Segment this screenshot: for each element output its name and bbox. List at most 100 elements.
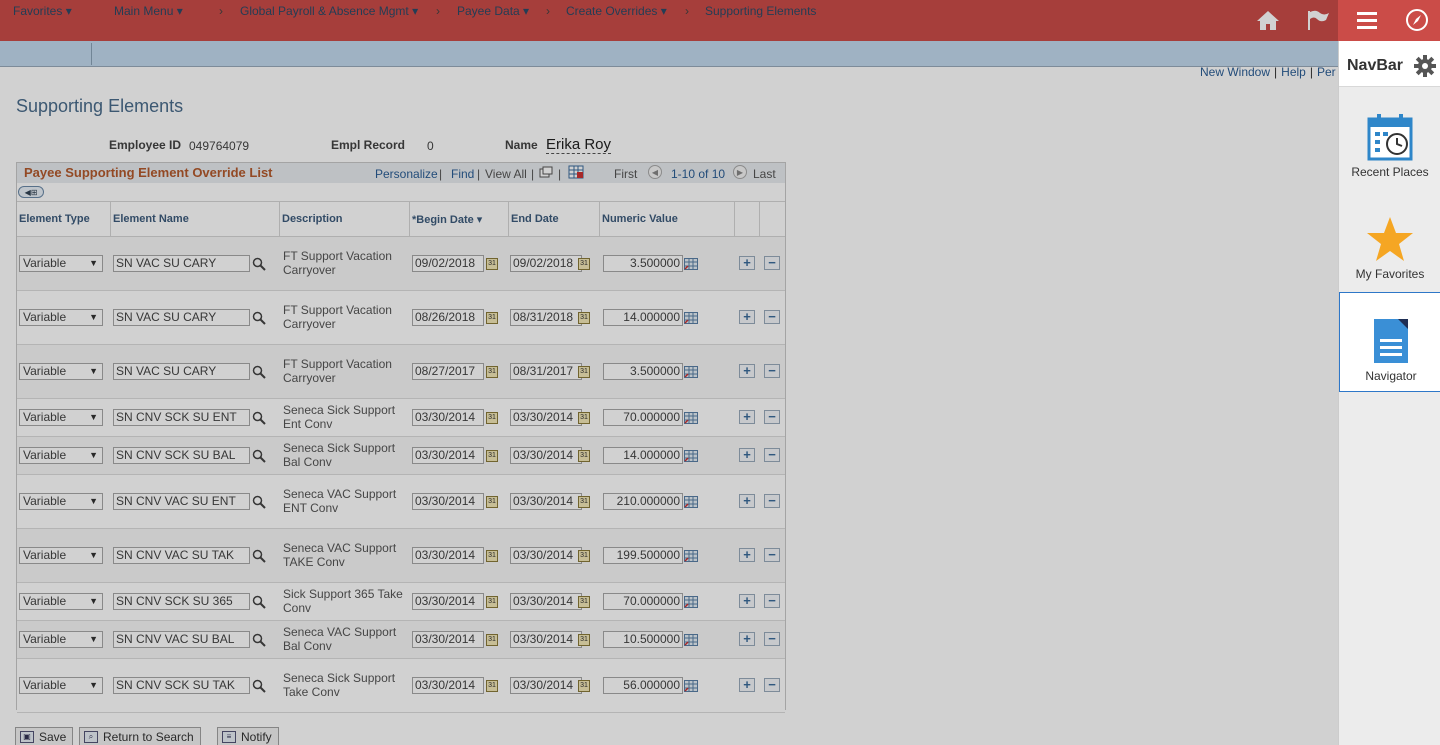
- help-link[interactable]: Help: [1281, 65, 1306, 79]
- calculator-icon[interactable]: [684, 312, 698, 324]
- zoom-grid-icon[interactable]: [539, 166, 553, 178]
- element-name-input[interactable]: SN CNV SCK SU TAK: [113, 677, 250, 694]
- begin-date-input[interactable]: 03/30/2014: [412, 409, 484, 426]
- calendar-icon[interactable]: 31: [578, 634, 590, 646]
- lookup-search-icon[interactable]: [252, 411, 266, 425]
- col-header-numeric-value[interactable]: Numeric Value: [600, 201, 734, 237]
- numeric-value-input[interactable]: 14.000000: [603, 447, 683, 464]
- add-row-button[interactable]: +: [739, 594, 755, 608]
- end-date-input[interactable]: 03/30/2014: [510, 547, 582, 564]
- end-date-input[interactable]: 08/31/2018: [510, 309, 582, 326]
- breadcrumb-create-overrides[interactable]: Create Overrides ▾: [566, 4, 667, 18]
- col-header-element-name[interactable]: Element Name: [111, 201, 279, 237]
- add-row-button[interactable]: +: [739, 548, 755, 562]
- lookup-search-icon[interactable]: [252, 495, 266, 509]
- calculator-icon[interactable]: [684, 550, 698, 562]
- lookup-search-icon[interactable]: [252, 257, 266, 271]
- home-icon[interactable]: [1255, 8, 1281, 32]
- delete-row-button[interactable]: −: [764, 364, 780, 378]
- calculator-icon[interactable]: [684, 680, 698, 692]
- calculator-icon[interactable]: [684, 496, 698, 508]
- element-name-input[interactable]: SN VAC SU CARY: [113, 309, 250, 326]
- calendar-icon[interactable]: 31: [486, 634, 498, 646]
- delete-row-button[interactable]: −: [764, 678, 780, 692]
- previous-page-icon[interactable]: ◀: [648, 165, 662, 179]
- begin-date-input[interactable]: 03/30/2014: [412, 677, 484, 694]
- add-row-button[interactable]: +: [739, 448, 755, 462]
- end-date-input[interactable]: 03/30/2014: [510, 593, 582, 610]
- element-type-select[interactable]: Variable ▼: [19, 363, 103, 380]
- calendar-icon[interactable]: 31: [578, 450, 590, 462]
- begin-date-input[interactable]: 03/30/2014: [412, 631, 484, 648]
- element-name-input[interactable]: SN CNV SCK SU 365: [113, 593, 250, 610]
- breadcrumb-global-payroll[interactable]: Global Payroll & Absence Mgmt ▾: [240, 4, 418, 18]
- col-header-begin-date[interactable]: *Begin Date ▾: [410, 201, 508, 237]
- flag-icon[interactable]: [1305, 8, 1331, 32]
- last-label[interactable]: Last: [753, 167, 776, 181]
- new-window-link[interactable]: New Window: [1200, 65, 1270, 79]
- personalize-page-link[interactable]: Per: [1317, 65, 1336, 79]
- gear-icon[interactable]: [1414, 55, 1436, 77]
- breadcrumb-payee-data[interactable]: Payee Data ▾: [457, 4, 529, 18]
- end-date-input[interactable]: 03/30/2014: [510, 677, 582, 694]
- element-type-select[interactable]: Variable ▼: [19, 255, 103, 272]
- col-header-description[interactable]: Description: [280, 201, 409, 237]
- lookup-search-icon[interactable]: [252, 365, 266, 379]
- numeric-value-input[interactable]: 56.000000: [603, 677, 683, 694]
- calculator-icon[interactable]: [684, 634, 698, 646]
- first-label[interactable]: First: [614, 167, 637, 181]
- begin-date-input[interactable]: 08/27/2017: [412, 363, 484, 380]
- delete-row-button[interactable]: −: [764, 256, 780, 270]
- calendar-icon[interactable]: 31: [486, 596, 498, 608]
- element-type-select[interactable]: Variable ▼: [19, 409, 103, 426]
- download-spreadsheet-icon[interactable]: [568, 165, 584, 179]
- add-row-button[interactable]: +: [739, 678, 755, 692]
- col-header-end-date[interactable]: End Date: [509, 201, 599, 237]
- end-date-input[interactable]: 03/30/2014: [510, 409, 582, 426]
- delete-row-button[interactable]: −: [764, 410, 780, 424]
- navbar-tile-my-favorites[interactable]: My Favorites: [1339, 191, 1440, 291]
- element-name-input[interactable]: SN CNV VAC SU ENT: [113, 493, 250, 510]
- lookup-search-icon[interactable]: [252, 449, 266, 463]
- col-header-element-type[interactable]: Element Type: [17, 201, 110, 237]
- breadcrumb-main-menu[interactable]: Main Menu ▾: [114, 4, 183, 18]
- add-row-button[interactable]: +: [739, 310, 755, 324]
- delete-row-button[interactable]: −: [764, 310, 780, 324]
- element-name-input[interactable]: SN CNV SCK SU ENT: [113, 409, 250, 426]
- begin-date-input[interactable]: 03/30/2014: [412, 547, 484, 564]
- calendar-icon[interactable]: 31: [578, 366, 590, 378]
- calendar-icon[interactable]: 31: [486, 550, 498, 562]
- delete-row-button[interactable]: −: [764, 548, 780, 562]
- save-button[interactable]: ▣ Save: [15, 727, 74, 745]
- hamburger-menu-icon[interactable]: [1354, 8, 1380, 32]
- element-name-input[interactable]: SN VAC SU CARY: [113, 363, 250, 380]
- element-type-select[interactable]: Variable ▼: [19, 677, 103, 694]
- end-date-input[interactable]: 09/02/2018: [510, 255, 582, 272]
- element-type-select[interactable]: Variable ▼: [19, 493, 103, 510]
- calendar-icon[interactable]: 31: [486, 450, 498, 462]
- add-row-button[interactable]: +: [739, 410, 755, 424]
- add-row-button[interactable]: +: [739, 494, 755, 508]
- numeric-value-input[interactable]: 3.500000: [603, 255, 683, 272]
- numeric-value-input[interactable]: 10.500000: [603, 631, 683, 648]
- personalize-link[interactable]: Personalize: [375, 167, 438, 181]
- calendar-icon[interactable]: 31: [578, 258, 590, 270]
- element-type-select[interactable]: Variable ▼: [19, 547, 103, 564]
- calendar-icon[interactable]: 31: [486, 412, 498, 424]
- calculator-icon[interactable]: [684, 596, 698, 608]
- calendar-icon[interactable]: 31: [578, 596, 590, 608]
- next-page-icon[interactable]: ▶: [733, 165, 747, 179]
- calculator-icon[interactable]: [684, 450, 698, 462]
- begin-date-input[interactable]: 08/26/2018: [412, 309, 484, 326]
- begin-date-input[interactable]: 03/30/2014: [412, 447, 484, 464]
- element-name-input[interactable]: SN CNV SCK SU BAL: [113, 447, 250, 464]
- compass-icon[interactable]: [1404, 8, 1430, 32]
- employee-name-value[interactable]: Erika Roy: [546, 136, 612, 154]
- numeric-value-input[interactable]: 70.000000: [603, 593, 683, 610]
- calendar-icon[interactable]: 31: [486, 496, 498, 508]
- end-date-input[interactable]: 03/30/2014: [510, 631, 582, 648]
- navbar-tile-recent-places[interactable]: Recent Places: [1339, 89, 1440, 189]
- navbar-tile-navigator[interactable]: Navigator: [1339, 292, 1440, 392]
- lookup-search-icon[interactable]: [252, 595, 266, 609]
- end-date-input[interactable]: 03/30/2014: [510, 447, 582, 464]
